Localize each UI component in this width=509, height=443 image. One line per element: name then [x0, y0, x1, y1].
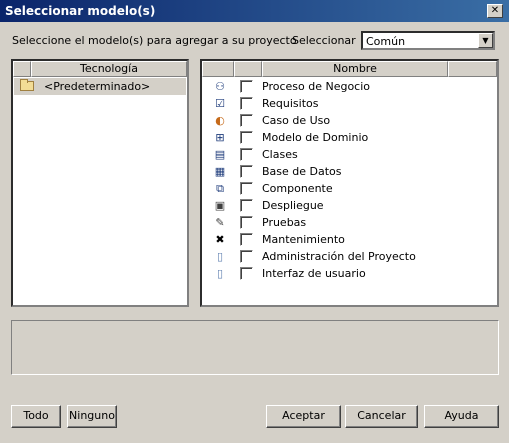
model-label: Administración del Proyecto: [262, 250, 416, 263]
model-checkbox[interactable]: [240, 182, 253, 195]
model-label: Clases: [262, 148, 298, 161]
model-checkbox[interactable]: [240, 216, 253, 229]
list-item[interactable]: ◐ Caso de Uso: [202, 112, 497, 129]
testing-icon: ✎: [215, 216, 225, 229]
list-item[interactable]: ▤ Clases: [202, 146, 497, 163]
close-button[interactable]: ✕: [487, 4, 503, 18]
model-checkbox[interactable]: [240, 165, 253, 178]
instruction-text: Seleccione el modelo(s) para agregar a s…: [12, 34, 297, 47]
cancel-button[interactable]: Cancelar: [345, 405, 418, 428]
selector-dropdown[interactable]: Común ▼: [361, 31, 495, 50]
model-label: Modelo de Dominio: [262, 131, 369, 144]
list-item[interactable]: ⊞ Modelo de Dominio: [202, 129, 497, 146]
model-checkbox[interactable]: [240, 267, 253, 280]
model-checkbox[interactable]: [240, 131, 253, 144]
selector-label: Seleccionar: [292, 34, 356, 47]
select-models-dialog: Seleccionar modelo(s) ✕ Seleccione el mo…: [0, 0, 509, 443]
title-bar[interactable]: Seleccionar modelo(s) ✕: [0, 0, 509, 22]
models-list[interactable]: Nombre ⚇ Proceso de Negocio ☑ Requisitos…: [200, 59, 499, 307]
list-item[interactable]: ✖ Mantenimiento: [202, 231, 497, 248]
help-button[interactable]: Ayuda: [424, 405, 499, 428]
component-icon: ⧉: [216, 182, 224, 195]
technology-list[interactable]: Tecnología <Predeterminado>: [11, 59, 189, 307]
model-label: Despliegue: [262, 199, 324, 212]
column-header-name[interactable]: Nombre: [262, 61, 448, 77]
list-item[interactable]: ▦ Base de Datos: [202, 163, 497, 180]
model-label: Pruebas: [262, 216, 307, 229]
folder-icon: [20, 79, 34, 91]
model-checkbox[interactable]: [240, 97, 253, 110]
document-icon: ▯: [216, 267, 224, 280]
select-none-button[interactable]: Ninguno: [67, 405, 117, 428]
column-header-check: [234, 61, 262, 77]
document-icon: ▯: [216, 250, 224, 263]
list-item[interactable]: ☑ Requisitos: [202, 95, 497, 112]
selector-value: Común: [366, 35, 406, 48]
model-checkbox[interactable]: [240, 148, 253, 161]
model-checkbox[interactable]: [240, 114, 253, 127]
use-case-icon: ◐: [215, 114, 225, 127]
model-label: Interfaz de usuario: [262, 267, 366, 280]
list-item[interactable]: ▯ Administración del Proyecto: [202, 248, 497, 265]
model-checkbox[interactable]: [240, 199, 253, 212]
deployment-icon: ▣: [214, 199, 226, 212]
model-checkbox[interactable]: [240, 250, 253, 263]
column-header-technology[interactable]: Tecnología: [31, 61, 187, 77]
close-icon: ✕: [490, 5, 500, 16]
model-label: Base de Datos: [262, 165, 342, 178]
list-item[interactable]: ✎ Pruebas: [202, 214, 497, 231]
column-header-blank: [13, 61, 31, 77]
maintenance-icon: ✖: [215, 233, 225, 246]
column-header-filler: [448, 61, 497, 77]
description-box: [11, 320, 499, 375]
model-checkbox[interactable]: [240, 80, 253, 93]
list-item-label: <Predeterminado>: [44, 80, 151, 93]
list-item[interactable]: ▣ Despliegue: [202, 197, 497, 214]
chevron-down-icon[interactable]: ▼: [478, 33, 493, 48]
list-item-predeterminado[interactable]: <Predeterminado>: [14, 78, 186, 95]
column-header-icon: [202, 61, 234, 77]
list-item[interactable]: ▯ Interfaz de usuario: [202, 265, 497, 282]
list-item[interactable]: ⧉ Componente: [202, 180, 497, 197]
model-checkbox[interactable]: [240, 233, 253, 246]
requirements-icon: ☑: [215, 97, 225, 110]
model-label: Mantenimiento: [262, 233, 345, 246]
model-label: Componente: [262, 182, 333, 195]
model-label: Proceso de Negocio: [262, 80, 371, 93]
database-icon: ▦: [214, 165, 226, 178]
model-label: Caso de Uso: [262, 114, 331, 127]
domain-model-icon: ⊞: [215, 131, 225, 144]
list-item[interactable]: ⚇ Proceso de Negocio: [202, 78, 497, 95]
window-title: Seleccionar modelo(s): [5, 4, 156, 18]
select-all-button[interactable]: Todo: [11, 405, 61, 428]
business-process-icon: ⚇: [215, 80, 225, 93]
classes-icon: ▤: [214, 148, 226, 161]
ok-button[interactable]: Aceptar: [266, 405, 341, 428]
model-label: Requisitos: [262, 97, 319, 110]
